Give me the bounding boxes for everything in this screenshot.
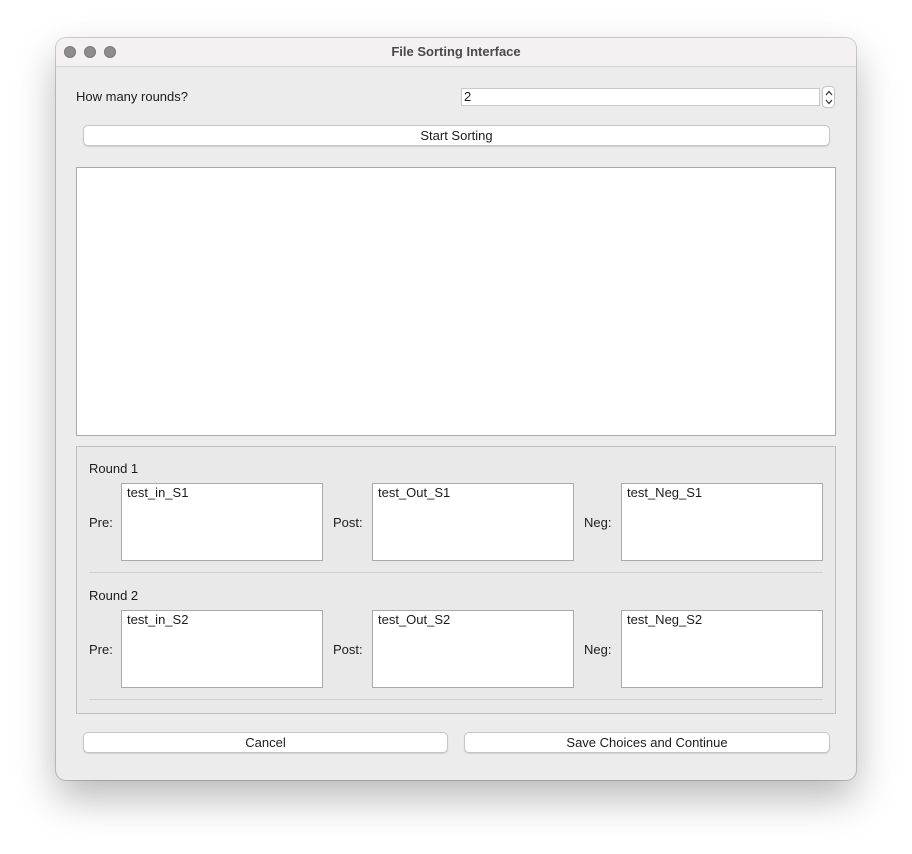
neg-textbox[interactable]: test_Neg_S2 xyxy=(621,610,823,688)
neg-label: Neg: xyxy=(584,515,612,530)
post-label: Post: xyxy=(333,642,363,657)
rounds-stepper[interactable] xyxy=(822,86,835,108)
post-textbox[interactable]: test_Out_S1 xyxy=(372,483,574,561)
log-output-area[interactable] xyxy=(76,167,836,436)
pre-textbox[interactable]: test_in_S2 xyxy=(121,610,323,688)
start-sorting-button[interactable]: Start Sorting xyxy=(83,125,830,146)
save-continue-button[interactable]: Save Choices and Continue xyxy=(464,732,830,753)
post-textbox[interactable]: test_Out_S2 xyxy=(372,610,574,688)
main-window: File Sorting Interface How many rounds? … xyxy=(56,38,856,780)
pre-textbox[interactable]: test_in_S1 xyxy=(121,483,323,561)
cancel-button[interactable]: Cancel xyxy=(83,732,448,753)
chevron-up-icon[interactable] xyxy=(825,90,833,96)
round-divider xyxy=(89,699,823,700)
post-label: Post: xyxy=(333,515,363,530)
rounds-scroll-panel[interactable]: Round 1 Pre: test_in_S1 Post: test_Out_S… xyxy=(76,446,836,714)
rounds-label: How many rounds? xyxy=(76,89,188,104)
neg-label: Neg: xyxy=(584,642,612,657)
rounds-spinbox-input[interactable]: 2 xyxy=(461,88,820,106)
round-divider xyxy=(89,572,823,573)
pre-label: Pre: xyxy=(89,642,113,657)
window-title: File Sorting Interface xyxy=(391,44,521,59)
round-title: Round 2 xyxy=(89,588,139,603)
title-bar[interactable]: File Sorting Interface xyxy=(56,38,856,67)
round-title: Round 1 xyxy=(89,461,139,476)
chevron-down-icon[interactable] xyxy=(825,99,833,105)
neg-textbox[interactable]: test_Neg_S1 xyxy=(621,483,823,561)
pre-label: Pre: xyxy=(89,515,113,530)
